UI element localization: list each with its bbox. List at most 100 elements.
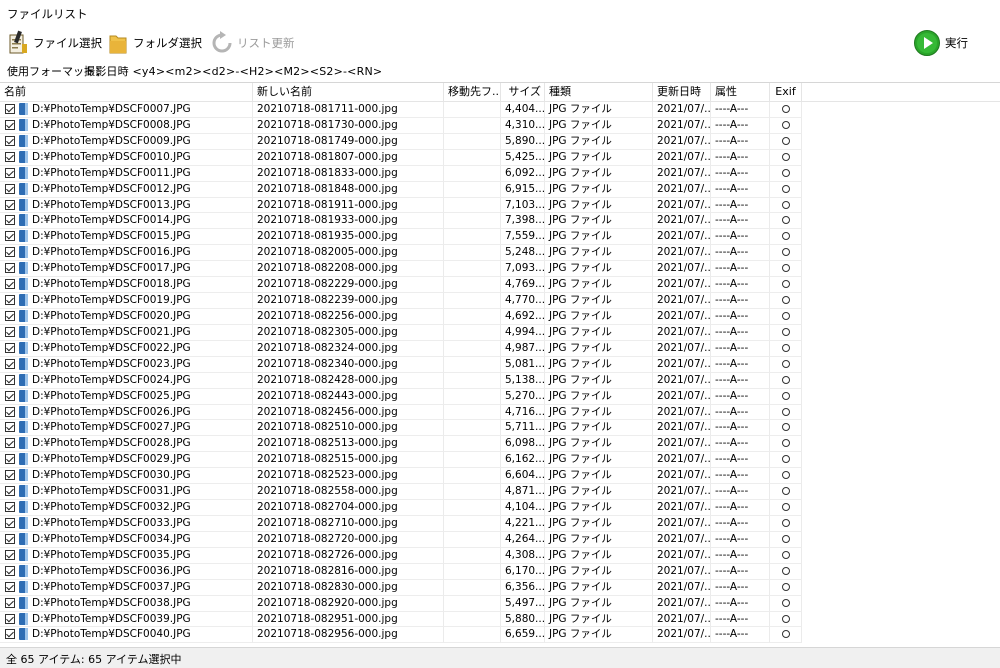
row-checkbox[interactable] — [5, 581, 15, 592]
table-row[interactable]: D:¥PhotoTemp¥DSCF0018.JPG 20210718-082229… — [0, 277, 1000, 294]
row-checkbox[interactable] — [5, 565, 15, 576]
row-modified: 2021/07/... — [653, 308, 711, 325]
row-name: D:¥PhotoTemp¥DSCF0013.JPG — [0, 197, 253, 214]
table-row[interactable]: D:¥PhotoTemp¥DSCF0012.JPG 20210718-081848… — [0, 181, 1000, 198]
circle-icon — [782, 200, 790, 209]
row-destination — [444, 420, 501, 437]
row-name-text: D:¥PhotoTemp¥DSCF0015.JPG — [32, 230, 191, 243]
row-checkbox[interactable] — [5, 486, 15, 497]
row-checkbox[interactable] — [5, 502, 15, 513]
row-type: JPG ファイル — [545, 181, 653, 198]
row-checkbox[interactable] — [5, 358, 15, 369]
row-attributes: ----A--- — [711, 102, 770, 118]
file-select-button[interactable]: ファイル選択 — [7, 28, 102, 58]
row-checkbox[interactable] — [5, 422, 15, 433]
row-size: 6,356... — [501, 579, 545, 596]
row-checkbox[interactable] — [5, 231, 15, 242]
table-row[interactable]: D:¥PhotoTemp¥DSCF0009.JPG 20210718-081749… — [0, 133, 1000, 150]
table-row[interactable]: D:¥PhotoTemp¥DSCF0026.JPG 20210718-082456… — [0, 404, 1000, 421]
row-checkbox[interactable] — [5, 597, 15, 608]
circle-icon — [782, 550, 790, 559]
table-row[interactable]: D:¥PhotoTemp¥DSCF0019.JPG 20210718-082239… — [0, 293, 1000, 309]
table-row[interactable]: D:¥PhotoTemp¥DSCF0034.JPG 20210718-082720… — [0, 531, 1000, 548]
row-checkbox[interactable] — [5, 295, 15, 306]
column-header-size[interactable]: サイズ — [501, 83, 545, 101]
table-row[interactable]: D:¥PhotoTemp¥DSCF0039.JPG 20210718-082951… — [0, 611, 1000, 628]
row-checkbox[interactable] — [5, 104, 15, 114]
table-row[interactable]: D:¥PhotoTemp¥DSCF0040.JPG 20210718-082956… — [0, 627, 1000, 644]
table-row[interactable]: D:¥PhotoTemp¥DSCF0011.JPG 20210718-081833… — [0, 165, 1000, 182]
column-header-exif[interactable]: Exif — [770, 83, 802, 101]
folder-select-button[interactable]: フォルダ選択 — [107, 28, 202, 58]
row-name: D:¥PhotoTemp¥DSCF0012.JPG — [0, 181, 253, 198]
table-row[interactable]: D:¥PhotoTemp¥DSCF0023.JPG 20210718-082340… — [0, 356, 1000, 373]
row-new-name: 20210718-081749-000.jpg — [253, 133, 444, 150]
row-checkbox[interactable] — [5, 151, 15, 162]
row-checkbox[interactable] — [5, 135, 15, 146]
row-type: JPG ファイル — [545, 515, 653, 532]
file-list-view[interactable]: 名前 新しい名前 移動先フ... サイズ 種類 更新日時 属性 Exif D:¥… — [0, 82, 1000, 647]
table-row[interactable]: D:¥PhotoTemp¥DSCF0021.JPG 20210718-082305… — [0, 324, 1000, 341]
column-header-new-name[interactable]: 新しい名前 — [253, 83, 444, 101]
row-checkbox[interactable] — [5, 470, 15, 481]
row-checkbox[interactable] — [5, 199, 15, 210]
row-checkbox[interactable] — [5, 342, 15, 353]
row-checkbox[interactable] — [5, 533, 15, 544]
table-row[interactable]: D:¥PhotoTemp¥DSCF0017.JPG 20210718-082208… — [0, 261, 1000, 278]
table-row[interactable]: D:¥PhotoTemp¥DSCF0035.JPG 20210718-082726… — [0, 547, 1000, 564]
row-checkbox[interactable] — [5, 374, 15, 385]
row-type: JPG ファイル — [545, 229, 653, 246]
table-row[interactable]: D:¥PhotoTemp¥DSCF0020.JPG 20210718-082256… — [0, 308, 1000, 325]
file-icon — [19, 357, 28, 370]
row-checkbox[interactable] — [5, 390, 15, 401]
table-row[interactable]: D:¥PhotoTemp¥DSCF0022.JPG 20210718-082324… — [0, 340, 1000, 357]
row-destination — [444, 468, 501, 485]
column-header-type[interactable]: 種類 — [545, 83, 653, 101]
table-row[interactable]: D:¥PhotoTemp¥DSCF0016.JPG 20210718-082005… — [0, 245, 1000, 262]
table-row[interactable]: D:¥PhotoTemp¥DSCF0008.JPG 20210718-081730… — [0, 117, 1000, 134]
row-checkbox[interactable] — [5, 247, 15, 258]
row-checkbox[interactable] — [5, 167, 15, 178]
column-header-name[interactable]: 名前 — [0, 83, 253, 101]
column-header-attributes[interactable]: 属性 — [711, 83, 770, 101]
row-checkbox[interactable] — [5, 517, 15, 528]
table-row[interactable]: D:¥PhotoTemp¥DSCF0027.JPG 20210718-082510… — [0, 420, 1000, 437]
table-row[interactable]: D:¥PhotoTemp¥DSCF0032.JPG 20210718-082704… — [0, 500, 1000, 516]
refresh-list-button[interactable]: リスト更新 — [211, 28, 295, 58]
table-row[interactable]: D:¥PhotoTemp¥DSCF0028.JPG 20210718-082513… — [0, 436, 1000, 453]
row-checkbox[interactable] — [5, 438, 15, 449]
row-checkbox[interactable] — [5, 215, 15, 226]
row-checkbox[interactable] — [5, 119, 15, 130]
table-row[interactable]: D:¥PhotoTemp¥DSCF0031.JPG 20210718-082558… — [0, 484, 1000, 501]
table-row[interactable]: D:¥PhotoTemp¥DSCF0024.JPG 20210718-082428… — [0, 372, 1000, 389]
table-row[interactable]: D:¥PhotoTemp¥DSCF0010.JPG 20210718-081807… — [0, 149, 1000, 166]
row-checkbox[interactable] — [5, 549, 15, 560]
circle-icon — [782, 407, 790, 416]
table-row[interactable]: D:¥PhotoTemp¥DSCF0007.JPG 20210718-081711… — [0, 102, 1000, 118]
table-row[interactable]: D:¥PhotoTemp¥DSCF0013.JPG 20210718-081911… — [0, 197, 1000, 214]
row-checkbox[interactable] — [5, 613, 15, 624]
row-checkbox[interactable] — [5, 263, 15, 274]
row-size: 5,270... — [501, 388, 545, 405]
row-exif — [770, 484, 802, 501]
table-row[interactable]: D:¥PhotoTemp¥DSCF0037.JPG 20210718-082830… — [0, 579, 1000, 596]
row-checkbox[interactable] — [5, 183, 15, 194]
table-row[interactable]: D:¥PhotoTemp¥DSCF0038.JPG 20210718-082920… — [0, 595, 1000, 612]
column-header-modified[interactable]: 更新日時 — [653, 83, 711, 101]
table-row[interactable]: D:¥PhotoTemp¥DSCF0015.JPG 20210718-081935… — [0, 229, 1000, 246]
table-row[interactable]: D:¥PhotoTemp¥DSCF0029.JPG 20210718-082515… — [0, 452, 1000, 469]
table-row[interactable]: D:¥PhotoTemp¥DSCF0025.JPG 20210718-082443… — [0, 388, 1000, 405]
column-header-destination[interactable]: 移動先フ... — [444, 83, 501, 101]
table-row[interactable]: D:¥PhotoTemp¥DSCF0036.JPG 20210718-082816… — [0, 563, 1000, 580]
row-checkbox[interactable] — [5, 279, 15, 290]
row-checkbox[interactable] — [5, 629, 15, 640]
execute-button[interactable]: 実行 — [913, 28, 968, 58]
file-icon — [19, 150, 28, 163]
table-row[interactable]: D:¥PhotoTemp¥DSCF0033.JPG 20210718-082710… — [0, 515, 1000, 532]
table-row[interactable]: D:¥PhotoTemp¥DSCF0014.JPG 20210718-081933… — [0, 213, 1000, 230]
row-checkbox[interactable] — [5, 454, 15, 465]
row-checkbox[interactable] — [5, 310, 15, 321]
row-checkbox[interactable] — [5, 326, 15, 337]
row-checkbox[interactable] — [5, 406, 15, 417]
table-row[interactable]: D:¥PhotoTemp¥DSCF0030.JPG 20210718-082523… — [0, 468, 1000, 485]
